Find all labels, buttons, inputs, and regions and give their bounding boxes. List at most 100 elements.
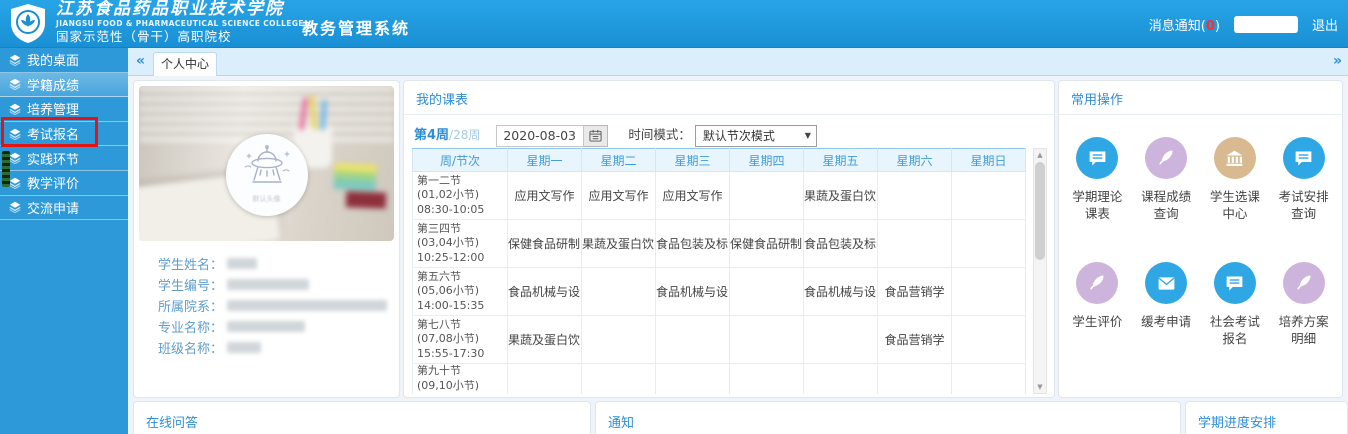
qa-student-evaluation[interactable]: 学生评价 [1065,262,1129,347]
timetable-scrollbar[interactable]: ▲ ▼ [1033,148,1047,394]
profile-cover-photo: 默认头像 [139,86,394,241]
logout-button[interactable]: 退出 [1312,15,1338,34]
timetable-cell [952,268,1026,316]
calendar-button[interactable] [584,125,608,147]
timetable-cell [730,268,804,316]
qa-semester-timetable[interactable]: 学期理论课表 [1065,137,1129,222]
chat-icon [1293,148,1314,169]
qa-course-grades[interactable]: 课程成绩查询 [1134,137,1198,222]
current-week-label: 第4周 [414,128,449,143]
timetable-cell: 食品机械与设.. [804,268,878,316]
time-mode-label: 时间模式： [628,127,691,142]
col-header: 星期三 [656,149,730,172]
layers-icon [9,152,21,164]
college-name-block: 江苏食品药品职业技术学院 JIANGSU FOOD & PHARMACEUTIC… [56,1,304,43]
ufo-avatar-icon [240,144,294,192]
annotation-red-box [1,117,98,147]
total-weeks-label: /28周 [449,128,480,142]
timetable-cell: 应用文写作 [508,172,582,220]
timetable-cell [730,172,804,220]
student-info-list: 学生姓名： 学生编号： 所属院系： 专业名称： 班级名称： [158,253,387,358]
message-count-badge: 0 [1206,19,1215,34]
qa-training-plan[interactable]: 培养方案明细 [1272,262,1336,347]
timetable-cell: 果蔬及蛋白饮.. [582,220,656,268]
timetable-cell: 果蔬及蛋白饮.. [508,316,582,364]
app-header: 江苏食品药品职业技术学院 JIANGSU FOOD & PHARMACEUTIC… [0,0,1348,48]
message-notification-link[interactable]: 消息通知(0) [1149,15,1220,34]
timetable-cell [582,364,656,395]
sidebar-item-evaluation[interactable]: 教学评价 [0,171,128,196]
semester-progress-title: 学期进度安排 [1186,402,1347,434]
qa-exam-schedule[interactable]: 考试安排查询 [1272,137,1336,222]
tab-personal-center[interactable]: 个人中心 [153,52,217,76]
timetable-panel: 我的课表 第4周/28周 时间模式： 默认节次模式 ▼ 周/节次 [403,80,1055,398]
scroll-down-icon[interactable]: ▼ [1034,383,1046,391]
timetable-cell [878,220,952,268]
qa-course-selection[interactable]: 学生选课中心 [1203,137,1267,222]
sidebar-item-exchange[interactable]: 交流申请 [0,196,128,221]
semester-progress-panel: 学期进度安排 [1185,401,1348,434]
col-header: 星期日 [952,149,1026,172]
notice-panel: 通知 [595,401,1181,434]
time-mode-select[interactable]: 默认节次模式 ▼ [695,125,817,147]
timetable-cell: 保健食品研制.. [508,220,582,268]
period-cell: 第九十节(09,10小节)18:40-20:20 [413,364,508,395]
date-input[interactable] [496,125,584,147]
college-name-en: JIANGSU FOOD & PHARMACEUTICAL SCIENCE CO… [56,20,304,28]
timetable-cell [656,316,730,364]
calendar-icon [589,129,602,142]
col-header: 星期二 [582,149,656,172]
tab-scroll-right-icon[interactable]: » [1333,53,1342,69]
timetable-row: 第三四节(03,04小节)10:25-12:00 保健食品研制.. 果蔬及蛋白饮… [413,220,1026,268]
quick-actions-panel: 常用操作 学期理论课表 课程成绩查询 学生选课中心 考试安排查询 学生评价 缓考… [1058,80,1343,398]
redacted-value [227,300,387,311]
sidebar-item-grades[interactable]: 学籍成绩 [0,73,128,98]
period-cell: 第三四节(03,04小节)10:25-12:00 [413,220,508,268]
timetable-cell [804,316,878,364]
timetable-cell [952,316,1026,364]
qa-deferred-exam[interactable]: 缓考申请 [1134,262,1198,347]
collapse-sidebar-icon[interactable]: « [136,53,145,69]
timetable-row: 第一二节(01,02小节)08:30-10:05 应用文写作 应用文写作 应用文… [413,172,1026,220]
redacted-value [227,321,305,332]
layers-icon [9,54,21,66]
period-cell: 第五六节(05,06小节)14:00-15:35 [413,268,508,316]
system-title: 教务管理系统 [302,15,410,39]
timetable-row: 第九十节(09,10小节)18:40-20:20 [413,364,1026,395]
pen-icon [1294,273,1314,293]
qa-social-exam[interactable]: 社会考试报名 [1203,262,1267,347]
timetable-header-row: 周/节次 星期一 星期二 星期三 星期四 星期五 星期六 星期日 [413,149,1026,172]
timetable-cell: 应用文写作 [582,172,656,220]
scrollbar-thumb[interactable] [1035,162,1045,260]
redacted-value [227,258,257,269]
sidebar-item-practice[interactable]: 实践环节 [0,146,128,171]
screenshot-artifact [2,151,10,187]
timetable-grid: 周/节次 星期一 星期二 星期三 星期四 星期五 星期六 星期日 第一二节(01… [412,148,1026,394]
timetable-row: 第五六节(05,06小节)14:00-15:35 食品机械与设.. 食品机械与设… [413,268,1026,316]
timetable-cell [656,364,730,395]
timetable-cell [508,364,582,395]
col-header: 星期五 [804,149,878,172]
college-subtitle: 国家示范性（骨干）高职院校 [56,31,304,44]
layers-icon [9,201,21,213]
major-row: 专业名称： [158,316,387,337]
online-qa-title: 在线问答 [134,402,590,434]
timetable-cell: 食品营销学 [878,268,952,316]
scroll-up-icon[interactable]: ▲ [1034,151,1046,159]
pen-icon [1087,273,1107,293]
layers-icon [9,78,21,90]
timetable-cell [582,268,656,316]
sidebar-item-desktop[interactable]: 我的桌面 [0,48,128,73]
pen-icon [1156,148,1176,168]
college-name-cn: 江苏食品药品职业技术学院 [56,1,304,18]
chat-icon [1087,148,1108,169]
notice-title: 通知 [596,402,1180,434]
timetable-cell [952,364,1026,395]
col-header: 星期六 [878,149,952,172]
avatar-caption: 默认头像 [226,194,308,204]
col-header: 星期四 [730,149,804,172]
timetable-cell: 果蔬及蛋白饮.. [804,172,878,220]
timetable-cell: 食品机械与设.. [656,268,730,316]
timetable-cell [878,364,952,395]
department-row: 所属院系： [158,295,387,316]
